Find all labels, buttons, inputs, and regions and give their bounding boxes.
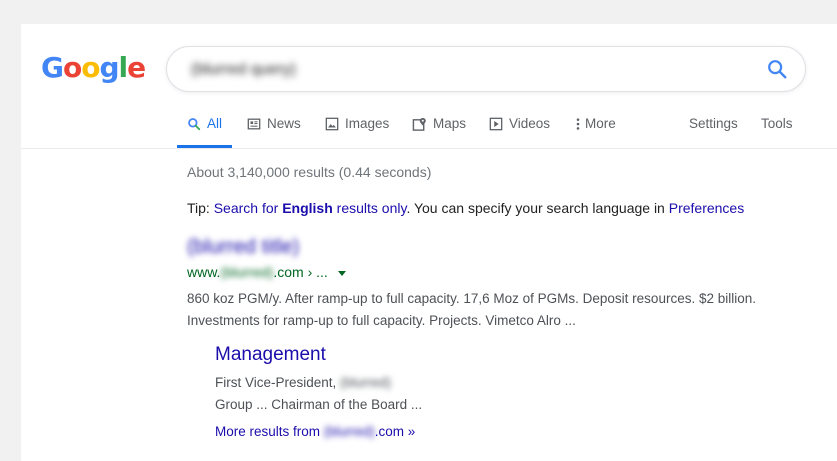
search-icon <box>768 60 787 79</box>
result-url: www.(blurred).com › ... <box>187 264 346 280</box>
vertical-dots-icon <box>576 118 580 130</box>
tab-label: Images <box>345 116 390 131</box>
result-title[interactable]: (blurred title) <box>187 236 299 259</box>
preferences-link[interactable]: Preferences <box>669 200 744 216</box>
search-box <box>166 46 806 92</box>
result-stats: About 3,140,000 results (0.44 seconds) <box>187 164 432 180</box>
tab-more[interactable]: More <box>575 116 616 148</box>
tabs-divider <box>21 148 837 149</box>
tab-news[interactable]: News <box>247 116 301 148</box>
english-only-link[interactable]: Search for English results only <box>214 200 407 216</box>
search-button[interactable] <box>765 57 789 81</box>
tab-images[interactable]: Images <box>325 116 389 148</box>
result-snippet: 860 koz PGM/y. After ramp-up to full cap… <box>187 291 756 328</box>
tab-maps[interactable]: Maps <box>412 116 466 148</box>
tab-label: Maps <box>433 116 467 131</box>
blurred-text: (blurred) <box>340 375 392 390</box>
language-tip: Tip: Search for English results only. Yo… <box>187 200 745 216</box>
more-results-link[interactable]: More results from (blurred).com » <box>215 424 415 439</box>
blurred-domain: (blurred) <box>220 264 274 280</box>
search-icon <box>188 118 201 131</box>
tools-link[interactable]: Tools <box>761 116 793 148</box>
dropdown-caret-icon[interactable] <box>337 270 346 276</box>
settings-link[interactable]: Settings <box>689 116 738 148</box>
sitelink-snippet: First Vice-President, (blurred) Group ..… <box>215 372 635 416</box>
tab-all[interactable]: All <box>177 116 233 148</box>
search-results-page: Google All News <box>21 24 837 461</box>
search-input[interactable] <box>189 58 733 82</box>
image-icon <box>325 117 339 131</box>
blurred-domain: (blurred) <box>323 424 375 439</box>
tab-label: Videos <box>509 116 551 131</box>
news-icon <box>247 118 261 130</box>
tab-label: News <box>267 116 301 131</box>
sitelink-management[interactable]: Management <box>215 344 326 366</box>
tab-label: All <box>207 116 223 131</box>
tab-label: More <box>585 116 616 131</box>
play-icon <box>489 117 503 131</box>
tab-videos[interactable]: Videos <box>489 116 550 148</box>
google-logo[interactable]: Google <box>41 51 146 84</box>
search-tabs: All News Images Maps Videos More Setting… <box>177 108 837 148</box>
map-pin-icon <box>412 117 426 131</box>
